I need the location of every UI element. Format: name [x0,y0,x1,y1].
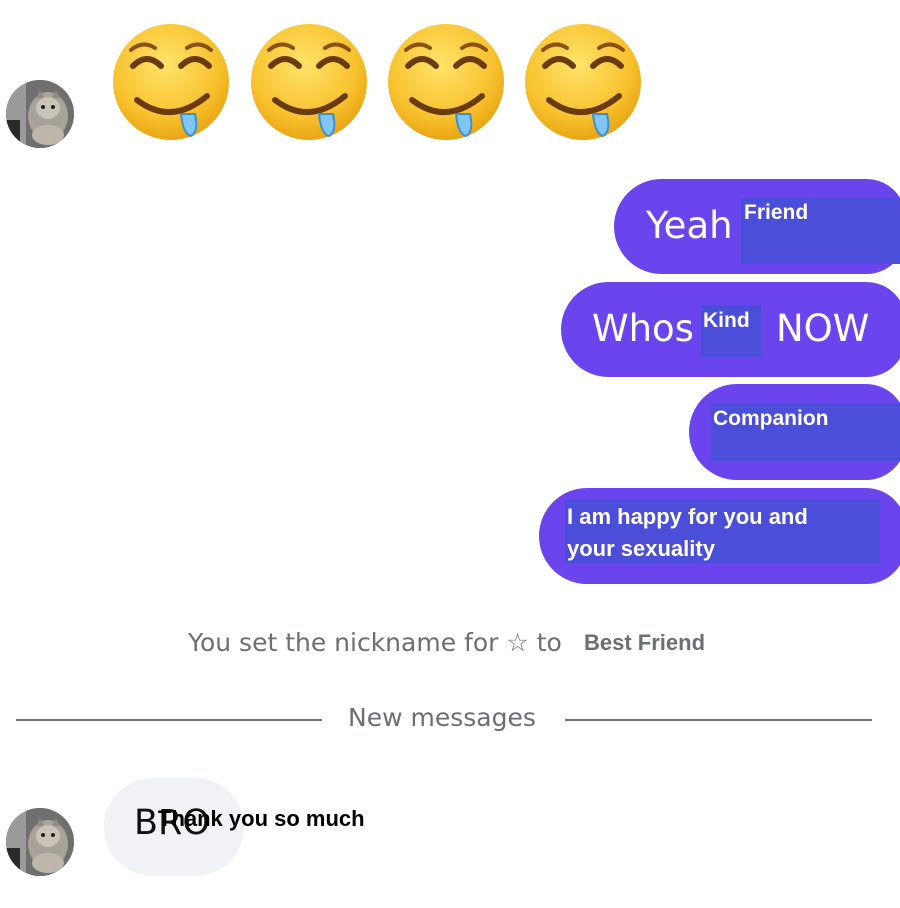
overlay-label: Kind [703,309,750,332]
message-text: Whos [592,307,694,350]
message-text: NOW [776,307,870,350]
drooling-face-emoji [249,22,369,142]
nickname-change-notice: You set the nickname for ☆ to [188,628,562,657]
overlay-label: Companion [713,407,829,430]
overlay-label: your sexuality [567,536,715,561]
divider-line-right [565,719,872,721]
drooling-face-emoji [111,22,231,142]
drooling-face-emoji [386,22,506,142]
contact-avatar[interactable] [6,808,74,876]
overlay-label: Friend [744,201,809,224]
message-text: Yeah [646,204,733,247]
contact-avatar[interactable] [6,80,74,148]
new-messages-divider: New messages [348,703,536,732]
overlay-label: I am happy for you and [567,504,808,529]
nickname-value: Best Friend [584,630,706,655]
divider-line-left [16,719,322,721]
overlay-caption: Thank you so much [158,806,365,831]
drooling-face-emoji [523,22,643,142]
